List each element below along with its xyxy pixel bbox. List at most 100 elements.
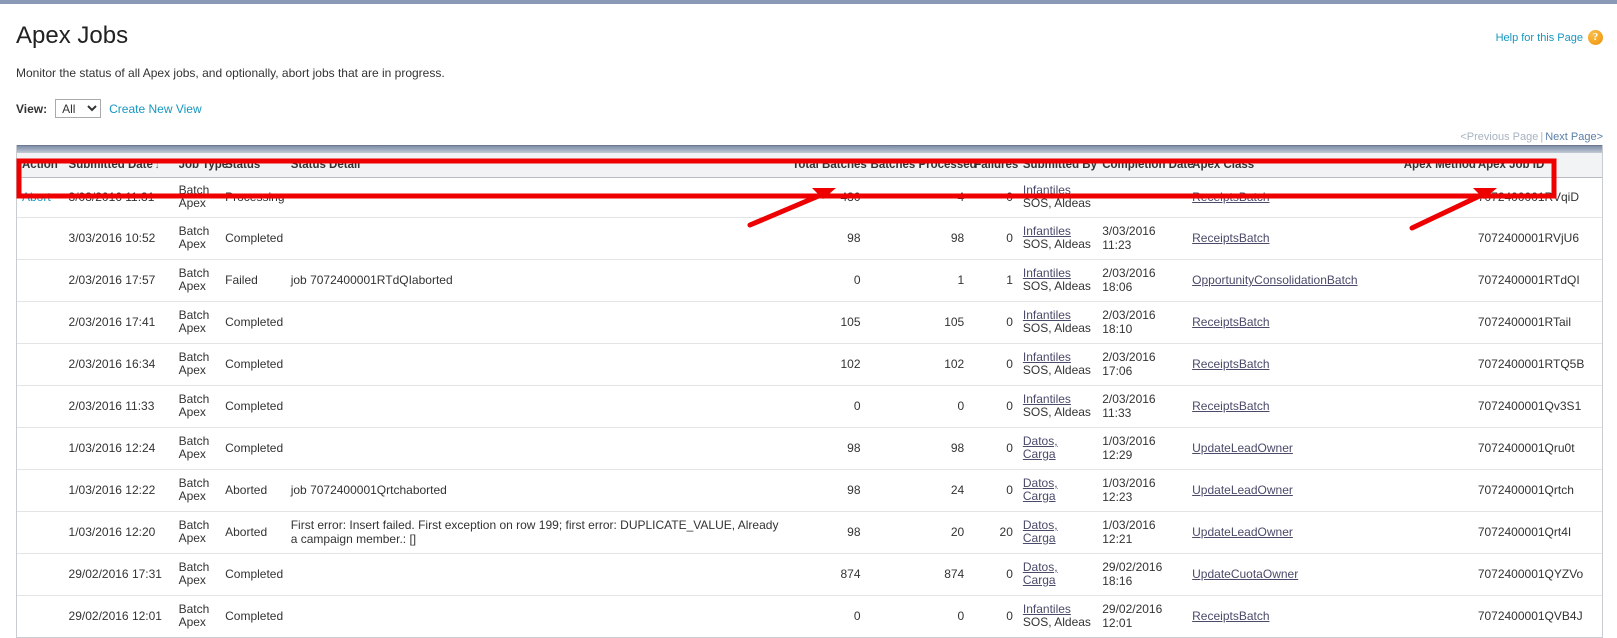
help-for-this-page[interactable]: Help for this Page ? <box>1496 30 1603 45</box>
cell-failures: 0 <box>969 553 1018 596</box>
submitted-by-link[interactable]: Datos, Carga <box>1023 435 1092 461</box>
column-header-status[interactable]: Status <box>220 153 286 178</box>
column-header-apex-class[interactable]: Apex Class <box>1187 153 1399 178</box>
apex-class-link[interactable]: UpdateCuotaOwner <box>1192 567 1298 581</box>
cell-apex-class[interactable]: ReceiptsBatch <box>1187 217 1399 260</box>
cell-apex-class[interactable]: ReceiptsBatch <box>1187 343 1399 386</box>
status-detail-value: job 7072400001RTdQIaborted <box>290 273 453 287</box>
column-header-apex-method[interactable]: Apex Method <box>1398 153 1476 178</box>
next-page-link[interactable]: Next Page> <box>1545 131 1603 143</box>
column-header-status-detail[interactable]: Status Detail <box>285 153 788 178</box>
submitted-by-link[interactable]: Infantiles SOS, Aldeas <box>1023 267 1092 293</box>
status-value: Aborted <box>225 525 268 539</box>
submitted-by-link-line1[interactable]: Infantiles <box>1023 392 1071 406</box>
help-question-icon[interactable]: ? <box>1588 30 1603 45</box>
job-type-value-line1: Batch <box>178 476 210 490</box>
table-row: Abort 3/03/2016 11:31 Batch Apex Processing 4… <box>17 177 1602 218</box>
cell-submitted-by[interactable]: Infantiles SOS, Aldeas <box>1017 177 1098 218</box>
column-header-apex-job-id[interactable]: Apex Job ID <box>1472 153 1602 178</box>
submitted-by-link-line1[interactable]: Datos, Carga <box>1023 434 1058 461</box>
apex-class-link[interactable]: ReceiptsBatch <box>1192 357 1269 371</box>
cell-failures: 20 <box>969 511 1018 554</box>
column-header-completion-date[interactable]: Completion Date <box>1097 153 1194 178</box>
cell-submitted-by[interactable]: Infantiles SOS, Aldeas <box>1017 343 1098 386</box>
submitted-by-link[interactable]: Infantiles SOS, Aldeas <box>1023 603 1092 629</box>
cell-action[interactable]: Abort <box>17 177 64 218</box>
apex-class-link[interactable]: UpdateLeadOwner <box>1192 483 1293 497</box>
cell-apex-class[interactable]: UpdateLeadOwner <box>1187 469 1399 512</box>
column-header-job-type[interactable]: Job Type <box>173 153 228 178</box>
cell-submitted-by[interactable]: Infantiles SOS, Aldeas <box>1017 217 1098 260</box>
table-row: 1/03/2016 12:20 Batch Apex Aborted First err… <box>17 511 1602 554</box>
cell-apex-class[interactable]: UpdateLeadOwner <box>1187 427 1399 470</box>
submitted-date-value: 1/03/2016 12:22 <box>68 483 156 497</box>
submitted-by-link[interactable]: Infantiles SOS, Aldeas <box>1023 351 1092 377</box>
table-row: 29/02/2016 17:31 Batch Apex Completed 874 874… <box>17 553 1602 596</box>
apex-class-link[interactable]: ReceiptsBatch <box>1192 609 1269 623</box>
submitted-by-link-line1[interactable]: Infantiles <box>1023 308 1071 322</box>
apex-class-link[interactable]: UpdateLeadOwner <box>1192 525 1293 539</box>
submitted-by-link-line1[interactable]: Infantiles <box>1023 183 1071 197</box>
cell-status: Completed <box>220 343 286 386</box>
cell-completion-date: 29/02/2016 18:16 <box>1097 553 1188 596</box>
column-header-submitted-by[interactable]: Submitted By <box>1017 153 1098 178</box>
cell-submitted-by[interactable]: Datos, Carga <box>1017 427 1098 470</box>
cell-apex-class[interactable]: ReceiptsBatch <box>1187 385 1399 428</box>
cell-apex-class[interactable]: ReceiptsBatch <box>1187 301 1399 344</box>
submitted-by-link[interactable]: Datos, Carga <box>1023 519 1092 545</box>
apex-class-link[interactable]: ReceiptsBatch <box>1192 231 1269 245</box>
column-header-batches-processed[interactable]: Batches Processed <box>865 153 977 178</box>
submitted-by-link[interactable]: Infantiles SOS, Aldeas <box>1023 225 1092 251</box>
cell-apex-class[interactable]: ReceiptsBatch <box>1187 596 1399 638</box>
column-header-submitted-date[interactable]: Submitted Date ↓ <box>63 153 174 178</box>
submitted-by-link[interactable]: Infantiles SOS, Aldeas <box>1023 393 1092 419</box>
cell-submitted-by[interactable]: Infantiles SOS, Aldeas <box>1018 596 1097 638</box>
cell-total-batches: 0 <box>787 385 866 428</box>
submitted-by-link-line1[interactable]: Datos, Carga <box>1023 476 1058 503</box>
submitted-by-link-line1[interactable]: Infantiles <box>1023 602 1071 616</box>
cell-submitted-by[interactable]: Datos, Carga <box>1017 469 1098 512</box>
column-header-action[interactable]: Action <box>17 153 64 178</box>
help-for-this-page-link[interactable]: Help for this Page <box>1496 32 1583 44</box>
status-value: Completed <box>225 609 284 623</box>
create-new-view-link[interactable]: Create New View <box>109 102 201 116</box>
job-type-value-line2: Apex <box>178 196 206 210</box>
submitted-by-link-line1[interactable]: Infantiles <box>1023 224 1071 238</box>
submitted-by-link-line1[interactable]: Datos, Carga <box>1023 560 1058 587</box>
submitted-by-link[interactable]: Infantiles SOS, Aldeas <box>1023 184 1092 210</box>
apex-class-link[interactable]: OpportunityConsolidationBatch <box>1192 273 1357 287</box>
abort-link[interactable]: Abort <box>22 190 51 204</box>
submitted-by-link[interactable]: Infantiles SOS, Aldeas <box>1023 309 1092 335</box>
previous-page-link[interactable]: <Previous Page <box>1460 131 1538 143</box>
column-header-total-batches[interactable]: Total Batches <box>787 153 867 178</box>
apex-class-link[interactable]: ReceiptsBatch <box>1192 399 1269 413</box>
cell-submitted-date: 1/03/2016 12:24 <box>63 427 174 470</box>
cell-submitted-by[interactable]: Infantiles SOS, Aldeas <box>1017 385 1098 428</box>
cell-submitted-by[interactable]: Datos, Carga <box>1017 511 1098 554</box>
submitted-by-link[interactable]: Datos, Carga <box>1023 561 1092 587</box>
cell-batches-processed: 874 <box>865 553 970 596</box>
apex-class-link[interactable]: UpdateLeadOwner <box>1192 441 1293 455</box>
submitted-by-link-line1[interactable]: Infantiles <box>1023 350 1071 364</box>
cell-apex-class[interactable]: ReceiptsBatch <box>1187 177 1399 218</box>
cell-apex-class[interactable]: OpportunityConsolidationBatch <box>1187 259 1399 302</box>
cell-submitted-by[interactable]: Datos, Carga <box>1017 553 1098 596</box>
cell-apex-class[interactable]: UpdateCuotaOwner <box>1187 553 1399 596</box>
cell-status-detail <box>285 177 788 218</box>
apex-class-link[interactable]: ReceiptsBatch <box>1192 315 1269 329</box>
cell-action <box>17 385 64 428</box>
table-row: 2/03/2016 17:41 Batch Apex Completed 105 105 0… <box>17 301 1602 344</box>
column-header-failures[interactable]: Failures <box>969 153 1018 178</box>
apex-class-link[interactable]: ReceiptsBatch <box>1192 190 1269 204</box>
cell-action <box>17 511 64 554</box>
cell-submitted-by[interactable]: Infantiles SOS, Aldeas <box>1017 259 1098 302</box>
cell-action <box>17 596 64 638</box>
job-type-value-line1: Batch <box>178 183 210 197</box>
cell-apex-class[interactable]: UpdateLeadOwner <box>1187 511 1399 554</box>
page-header: Apex Jobs Help for this Page ? Monitor t… <box>0 4 1617 118</box>
submitted-by-link-line1[interactable]: Infantiles <box>1023 266 1071 280</box>
view-select[interactable]: All <box>55 99 102 118</box>
submitted-by-link[interactable]: Datos, Carga <box>1023 477 1092 503</box>
cell-submitted-date: 2/03/2016 16:34 <box>63 343 174 386</box>
cell-submitted-by[interactable]: Infantiles SOS, Aldeas <box>1017 301 1098 344</box>
